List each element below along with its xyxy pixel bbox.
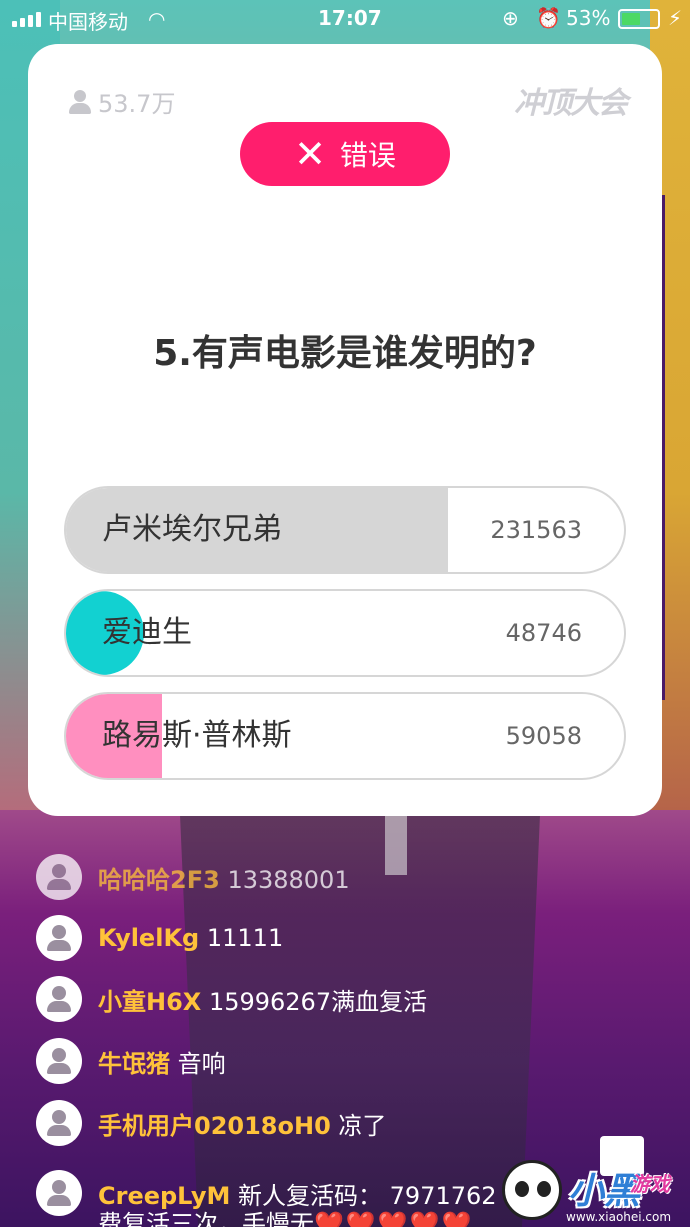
- wifi-icon: ◠: [148, 7, 166, 31]
- clock: 17:07: [318, 6, 382, 30]
- comment-item: 牛氓猪 音响: [36, 1038, 226, 1084]
- result-label: 错误: [339, 139, 396, 172]
- answer-count-2: 48746: [505, 619, 582, 647]
- avatar[interactable]: [36, 1100, 82, 1146]
- comment-item: 小童H6X 15996267满血复活: [36, 976, 427, 1022]
- comment-message: 15996267满血复活: [208, 987, 428, 1016]
- quiz-card: 53.7万 冲顶大会 ✕ 错误 5.有声电影是谁发明的? 卢米埃尔兄弟 2315…: [28, 44, 662, 816]
- comment-item: CreepLyM 新人复活码： 7971762 费复活三次，手慢无❤️❤️❤️❤…: [36, 1170, 497, 1227]
- viewer-count-value: 53.7万: [98, 90, 176, 118]
- avatar[interactable]: [36, 1170, 82, 1216]
- avatar[interactable]: [36, 976, 82, 1022]
- brand-logo: 冲顶大会: [514, 86, 628, 121]
- comment-item: 哈哈哈2F3 13388001: [36, 854, 350, 900]
- comment-user: KylelKg: [98, 924, 200, 952]
- answer-option-3: 路易斯·普林斯 59058: [64, 692, 626, 780]
- answer-label-1: 卢米埃尔兄弟: [102, 512, 282, 547]
- watermark-url: www.xiaohei.com: [566, 1210, 672, 1224]
- battery-icon: [618, 9, 660, 29]
- comment-item: KylelKg 11111: [36, 915, 283, 961]
- panda-logo-icon: [502, 1160, 562, 1220]
- comment-user: 牛氓猪: [98, 1049, 170, 1078]
- question-text: 5.有声电影是谁发明的?: [153, 333, 537, 374]
- viewer-count: 53.7万: [68, 84, 175, 119]
- answer-count-1: 231563: [490, 516, 582, 544]
- person-icon: [68, 89, 92, 114]
- comment-user: 哈哈哈2F3: [98, 865, 220, 894]
- answer-count-3: 59058: [505, 722, 582, 750]
- avatar[interactable]: [36, 1038, 82, 1084]
- heart-icon: ❤️❤️❤️❤️❤️: [314, 1210, 474, 1227]
- rotation-lock-icon: ⊕: [502, 6, 519, 30]
- comment-message: 凉了: [338, 1111, 387, 1140]
- answer-label-2: 爱迪生: [102, 615, 192, 650]
- comment-item: 手机用户02018oH0 凉了: [36, 1100, 386, 1146]
- alarm-icon: ⏰: [536, 6, 561, 30]
- signal-icon: [12, 11, 41, 27]
- result-badge: ✕ 错误: [240, 122, 450, 186]
- watermark-subtitle: 游戏: [630, 1172, 670, 1196]
- comment-message: 音响: [177, 1049, 226, 1078]
- answer-option-2: 爱迪生 48746: [64, 589, 626, 677]
- carrier-name: 中国移动: [48, 10, 128, 34]
- comment-message: 11111: [206, 924, 284, 952]
- answer-label-3: 路易斯·普林斯: [102, 718, 292, 753]
- battery-percent: 53%: [566, 6, 611, 30]
- answer-option-1: 卢米埃尔兄弟 231563: [64, 486, 626, 574]
- comment-message-line2: 费复活三次，手慢无❤️❤️❤️❤️❤️: [98, 1204, 473, 1227]
- avatar[interactable]: [36, 854, 82, 900]
- status-bar: 中国移动 ◠ 17:07 ⊕ ⏰ 53% ⚡: [0, 0, 690, 40]
- avatar[interactable]: [36, 915, 82, 961]
- comment-message: 13388001: [227, 865, 350, 894]
- site-watermark: 小黑 游戏 www.xiaohei.com: [500, 1160, 690, 1227]
- comment-user: 手机用户02018oH0: [98, 1111, 331, 1140]
- host-shirt: [385, 815, 407, 875]
- comment-user: 小童H6X: [98, 987, 202, 1016]
- close-icon: ✕: [294, 132, 326, 176]
- charging-icon: ⚡: [668, 6, 683, 30]
